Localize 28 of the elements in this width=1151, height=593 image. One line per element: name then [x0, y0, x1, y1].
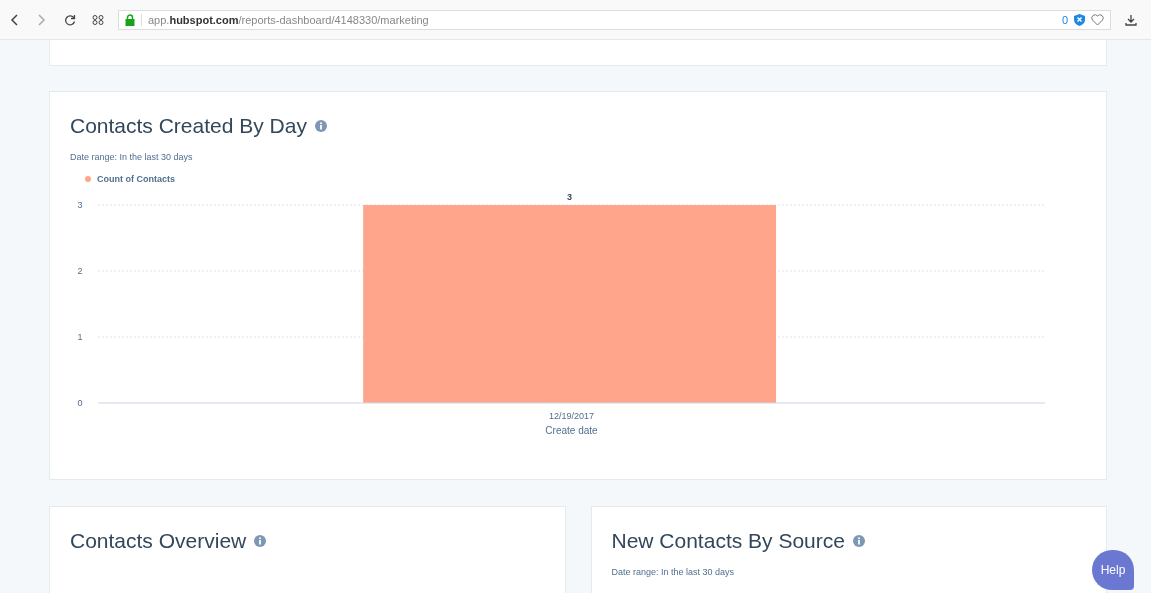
tracker-count: 0: [1061, 13, 1068, 26]
url-text: app.hubspot.com/reports-dashboard/4148330/marketing: [141, 13, 1056, 26]
shield-icon[interactable]: [1074, 13, 1085, 26]
bar-value-label: 3: [567, 192, 573, 202]
date-range: Date range: In the last 30 days: [611, 567, 735, 577]
report-title: New Contacts By Source: [611, 529, 845, 553]
info-icon[interactable]: [852, 535, 865, 547]
y-tick-label: 0: [77, 398, 83, 408]
x-axis-title: Create date: [545, 425, 598, 436]
info-icon[interactable]: [254, 535, 267, 547]
date-range: Date range: In the last 30 days: [70, 152, 193, 162]
download-icon: [1125, 13, 1137, 26]
report-title: Contacts Overview: [70, 529, 247, 553]
back-icon: [10, 13, 18, 26]
x-tick-label: 12/19/2017: [549, 411, 594, 421]
address-bar[interactable]: app.hubspot.com/reports-dashboard/4148330/marketing 0: [118, 9, 1111, 30]
lock-icon: [125, 13, 135, 26]
help-button[interactable]: Help: [1092, 550, 1134, 590]
y-tick-label: 2: [77, 266, 83, 276]
y-tick-label: 1: [77, 332, 83, 342]
reload-icon: [64, 13, 76, 26]
report-title: Contacts Created By Day: [70, 114, 307, 138]
heart-icon[interactable]: [1091, 13, 1104, 26]
y-tick-label: 3: [77, 200, 83, 210]
info-icon[interactable]: [314, 120, 327, 132]
grid-icon: [92, 14, 104, 25]
legend-label[interactable]: Count of Contacts: [97, 174, 175, 184]
forward-icon: [38, 13, 46, 26]
